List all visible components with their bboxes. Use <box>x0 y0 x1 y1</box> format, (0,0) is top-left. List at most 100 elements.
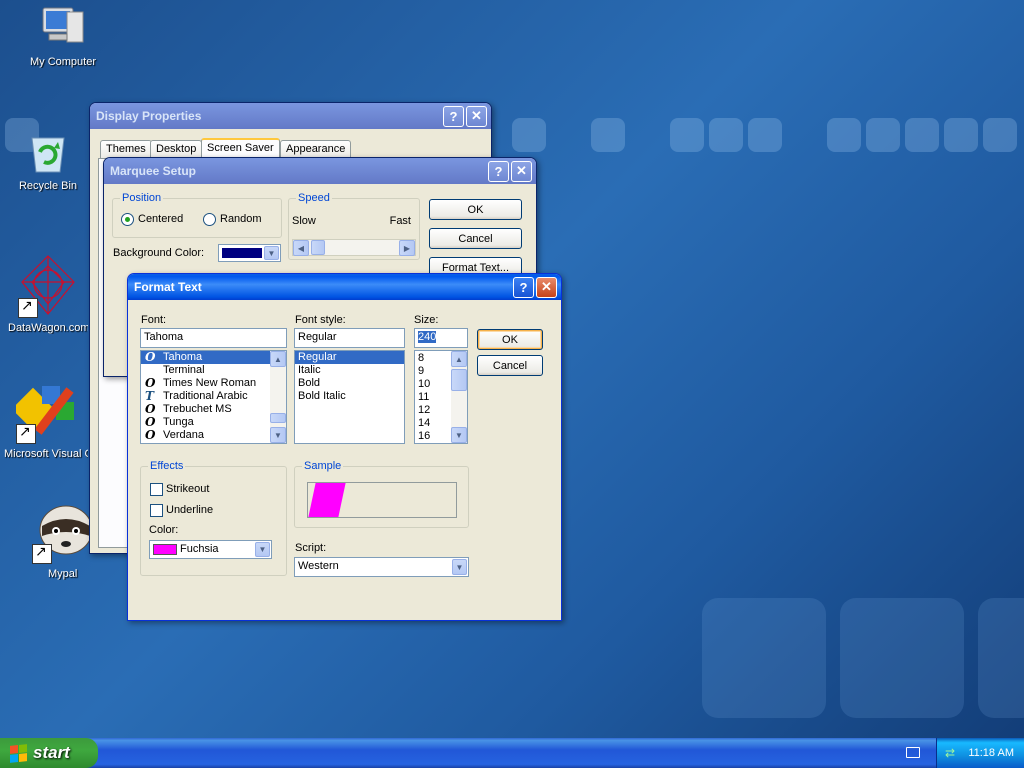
scroll-down-button[interactable]: ▼ <box>270 427 286 443</box>
format-text-window[interactable]: Format Text ? ✕ Font: Tahoma O Tahoma Ter… <box>127 273 562 621</box>
scroll-thumb[interactable] <box>270 413 286 423</box>
start-button[interactable]: start <box>0 738 98 768</box>
opentype-font-icon: O <box>145 428 156 442</box>
windows-logo-icon <box>10 743 27 763</box>
slow-label: Slow <box>292 215 316 227</box>
shortcut-arrow-icon <box>32 544 52 564</box>
font-list[interactable]: O Tahoma Terminal O Times New Roman T Tradi… <box>140 350 287 444</box>
format-text-titlebar[interactable]: Format Text ? ✕ <box>128 274 561 300</box>
chevron-down-icon[interactable]: ▼ <box>255 542 270 557</box>
background-color-combo[interactable]: ▼ <box>218 244 281 262</box>
network-icon[interactable]: ⇄ <box>945 746 959 760</box>
desktop-icon-datawagon[interactable]: DataWagon.com <box>8 252 88 334</box>
list-item[interactable]: O Times New Roman <box>141 377 286 390</box>
close-button[interactable]: ✕ <box>466 105 487 127</box>
underline-checkbox[interactable] <box>150 504 163 517</box>
scroll-right-button[interactable]: ▶ <box>399 240 415 256</box>
help-button[interactable]: ? <box>488 160 509 182</box>
keyboard-icon[interactable] <box>906 747 920 758</box>
font-style-input[interactable]: Regular <box>294 328 405 348</box>
desktop-icon-label: My Computer <box>29 56 97 68</box>
fast-label: Fast <box>389 215 411 227</box>
script-label: Script: <box>295 542 327 554</box>
ok-button[interactable]: OK <box>429 199 522 220</box>
tab-themes[interactable]: Themes <box>100 140 152 158</box>
scroll-up-button[interactable]: ▲ <box>270 351 286 367</box>
window-title: Format Text <box>134 280 202 294</box>
list-item[interactable]: O Verdana <box>141 429 286 442</box>
desktop-icon-visual-cpp[interactable]: Microsoft Visual C++ <box>4 384 88 460</box>
color-combo[interactable]: Fuchsia ▼ <box>149 540 272 559</box>
desktop-icon-label: Microsoft Visual C++ <box>4 448 88 460</box>
scroll-down-button[interactable]: ▼ <box>451 427 467 443</box>
centered-radio[interactable] <box>121 213 134 226</box>
font-list-scrollbar[interactable]: ▲ ▼ <box>270 351 286 443</box>
font-name: Verdana <box>163 429 204 441</box>
recycle-bin-icon <box>24 128 72 176</box>
speed-group: Speed Slow Fast ◀ ▶ <box>288 192 420 260</box>
list-item[interactable]: Bold <box>295 377 404 390</box>
centered-label: Centered <box>138 213 184 225</box>
list-item[interactable]: Bold Italic <box>295 390 404 403</box>
shortcut-arrow-icon <box>18 298 38 318</box>
tab-appearance[interactable]: Appearance <box>280 140 352 158</box>
script-value: Western <box>298 560 339 572</box>
sample-group: Sample <box>294 460 469 528</box>
script-combo[interactable]: Western ▼ <box>294 557 469 577</box>
size-list-scrollbar[interactable]: ▲ ▼ <box>451 351 467 443</box>
close-button[interactable]: ✕ <box>511 160 532 182</box>
list-item[interactable]: Terminal <box>141 364 286 377</box>
visual-cpp-icon <box>11 384 76 444</box>
font-name: Tahoma <box>163 351 203 363</box>
scroll-left-button[interactable]: ◀ <box>293 240 309 256</box>
font-name: Traditional Arabic <box>163 390 248 402</box>
tab-desktop[interactable]: Desktop <box>150 140 203 158</box>
strikeout-checkbox[interactable] <box>150 483 163 496</box>
list-item[interactable]: O Tahoma <box>141 351 286 364</box>
font-label: Font: <box>141 314 167 326</box>
font-input[interactable]: Tahoma <box>140 328 287 348</box>
taskbar: start ⇄ 11:18 AM <box>0 738 1024 768</box>
desktop-icon-my-computer[interactable]: My Computer <box>8 4 118 68</box>
size-input[interactable]: 240 <box>414 328 468 348</box>
font-name: Terminal <box>163 364 205 376</box>
marquee-setup-titlebar[interactable]: Marquee Setup ? ✕ <box>104 158 536 184</box>
datawagon-icon <box>18 252 78 318</box>
tab-screen-saver[interactable]: Screen Saver <box>201 138 280 159</box>
list-item[interactable]: T Traditional Arabic <box>141 390 286 403</box>
scroll-up-button[interactable]: ▲ <box>451 351 467 367</box>
chevron-down-icon[interactable]: ▼ <box>264 246 279 260</box>
ok-button[interactable]: OK <box>477 329 543 350</box>
speed-thumb[interactable] <box>311 240 325 255</box>
random-radio[interactable] <box>203 213 216 226</box>
scroll-thumb[interactable] <box>451 369 467 391</box>
font-name: Times New Roman <box>163 377 257 389</box>
chevron-down-icon[interactable]: ▼ <box>452 559 467 575</box>
group-label: Position <box>120 192 164 204</box>
help-button[interactable]: ? <box>513 276 534 298</box>
size-list[interactable]: 8 9 10 11 12 14 16 ▲ ▼ <box>414 350 468 444</box>
list-item[interactable]: O Tunga <box>141 416 286 429</box>
display-properties-titlebar[interactable]: Display Properties ? ✕ <box>90 103 491 129</box>
background-color-label: Background Color: <box>113 247 205 259</box>
my-computer-icon <box>39 4 87 52</box>
sample-preview <box>307 482 457 518</box>
window-title: Marquee Setup <box>110 164 197 178</box>
help-button[interactable]: ? <box>443 105 464 127</box>
group-label: Sample <box>302 460 344 472</box>
list-item[interactable]: O Trebuchet MS <box>141 403 286 416</box>
close-button[interactable]: ✕ <box>536 276 557 298</box>
cancel-button[interactable]: Cancel <box>429 228 522 249</box>
group-label: Speed <box>296 192 332 204</box>
cancel-button[interactable]: Cancel <box>477 355 543 376</box>
speed-scrollbar[interactable]: ◀ ▶ <box>292 239 416 256</box>
list-item[interactable]: Regular <box>295 351 404 364</box>
clock[interactable]: 11:18 AM <box>968 747 1014 759</box>
desktop-icon-recycle-bin[interactable]: Recycle Bin <box>8 128 88 192</box>
list-item[interactable]: Italic <box>295 364 404 377</box>
font-style-label: Font style: <box>295 314 346 326</box>
color-label: Color: <box>149 524 179 536</box>
opentype-font-icon: O <box>145 350 156 364</box>
font-style-list[interactable]: Regular Italic Bold Bold Italic <box>294 350 405 444</box>
size-value-selected: 240 <box>418 331 437 343</box>
